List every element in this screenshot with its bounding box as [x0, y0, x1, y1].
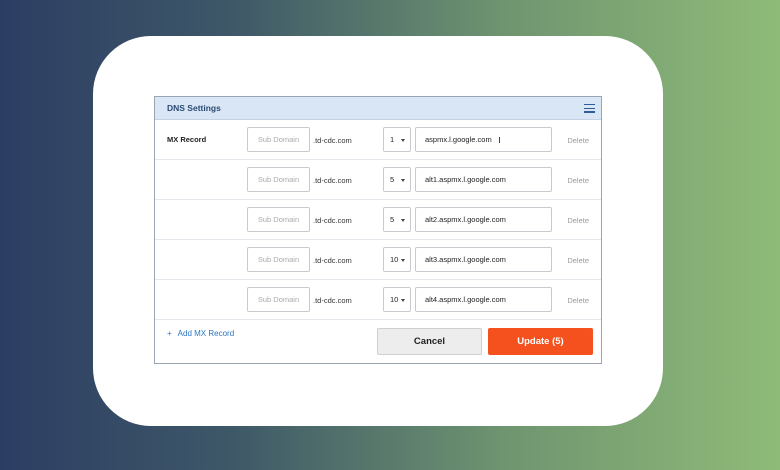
mx-record-row: Sub Domain .td-cdc.com 5 alt1.aspmx.l.go… [155, 160, 601, 200]
mail-server-input[interactable]: alt3.aspmx.l.google.com [415, 247, 552, 272]
add-mx-record-label: Add MX Record [177, 329, 235, 338]
add-mx-record-link[interactable]: + Add MX Record [167, 329, 234, 338]
delete-button[interactable]: Delete [567, 256, 589, 265]
domain-suffix: .td-cdc.com [313, 136, 352, 145]
chevron-down-icon [401, 219, 405, 222]
cancel-button[interactable]: Cancel [377, 328, 482, 355]
subdomain-input[interactable]: Sub Domain [247, 287, 310, 312]
mx-record-label: MX Record [167, 134, 207, 144]
subdomain-input[interactable]: Sub Domain [247, 127, 310, 152]
mail-server-value: aspmx.l.google.com [425, 135, 492, 144]
mail-server-value: alt3.aspmx.l.google.com [425, 255, 506, 264]
delete-button[interactable]: Delete [567, 296, 589, 305]
mail-server-value: alt1.aspmx.l.google.com [425, 175, 506, 184]
panel-header: DNS Settings [155, 97, 601, 120]
mx-record-row: MX Record Sub Domain .td-cdc.com 1 aspmx… [155, 120, 601, 160]
mail-server-input[interactable]: alt1.aspmx.l.google.com [415, 167, 552, 192]
priority-value: 5 [390, 215, 395, 224]
dns-settings-panel: DNS Settings MX Record Sub Domain .td-cd… [154, 96, 602, 364]
delete-button[interactable]: Delete [567, 136, 589, 145]
priority-select[interactable]: 10 [383, 247, 411, 272]
delete-button[interactable]: Delete [567, 216, 589, 225]
subdomain-input[interactable]: Sub Domain [247, 207, 310, 232]
mail-server-input[interactable]: aspmx.l.google.com [415, 127, 552, 152]
priority-value: 10 [390, 255, 399, 264]
chevron-down-icon [401, 259, 405, 262]
domain-suffix: .td-cdc.com [313, 296, 352, 305]
mx-record-row: Sub Domain .td-cdc.com 10 alt4.aspmx.l.g… [155, 280, 601, 320]
chevron-down-icon [401, 299, 405, 302]
delete-button[interactable]: Delete [567, 176, 589, 185]
priority-value: 5 [390, 175, 395, 184]
domain-suffix: .td-cdc.com [313, 216, 352, 225]
hamburger-menu-icon[interactable] [584, 104, 595, 113]
chevron-down-icon [401, 139, 405, 142]
update-button[interactable]: Update (5) [488, 328, 593, 355]
priority-value: 10 [390, 295, 399, 304]
priority-select[interactable]: 1 [383, 127, 411, 152]
domain-suffix: .td-cdc.com [313, 176, 352, 185]
priority-select[interactable]: 5 [383, 167, 411, 192]
mail-server-input[interactable]: alt4.aspmx.l.google.com [415, 287, 552, 312]
subdomain-input[interactable]: Sub Domain [247, 247, 310, 272]
text-cursor [499, 137, 500, 143]
mail-server-value: alt4.aspmx.l.google.com [425, 295, 506, 304]
mx-record-row: Sub Domain .td-cdc.com 10 alt3.aspmx.l.g… [155, 240, 601, 280]
panel-title: DNS Settings [167, 103, 221, 113]
mx-record-row: Sub Domain .td-cdc.com 5 alt2.aspmx.l.go… [155, 200, 601, 240]
plus-icon: + [167, 329, 172, 338]
chevron-down-icon [401, 179, 405, 182]
priority-select[interactable]: 5 [383, 207, 411, 232]
subdomain-input[interactable]: Sub Domain [247, 167, 310, 192]
priority-select[interactable]: 10 [383, 287, 411, 312]
mail-server-value: alt2.aspmx.l.google.com [425, 215, 506, 224]
priority-value: 1 [390, 135, 395, 144]
panel-footer: + Add MX Record Cancel Update (5) [155, 320, 601, 364]
domain-suffix: .td-cdc.com [313, 256, 352, 265]
mail-server-input[interactable]: alt2.aspmx.l.google.com [415, 207, 552, 232]
